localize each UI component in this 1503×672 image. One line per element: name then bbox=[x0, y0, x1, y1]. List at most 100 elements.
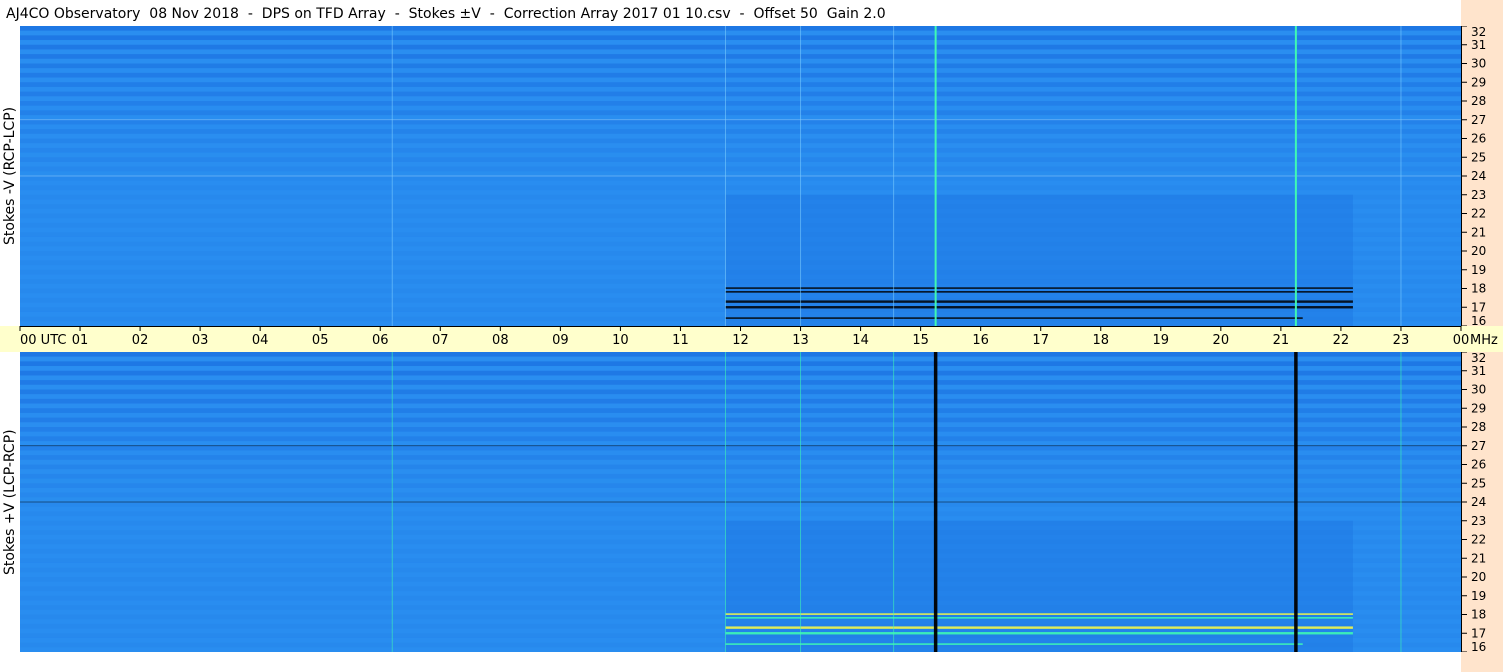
stripe-band bbox=[20, 469, 1461, 474]
stripe-band bbox=[20, 58, 1461, 64]
stripe-band bbox=[20, 473, 1461, 479]
freq-tick-label: 17 bbox=[1471, 300, 1486, 314]
freq-tick-label: 17 bbox=[1471, 626, 1486, 640]
freq-tick-label: 26 bbox=[1471, 458, 1486, 472]
stripe-band bbox=[20, 86, 1461, 92]
stripe-band bbox=[20, 147, 1461, 153]
time-tick-label: 01 bbox=[72, 333, 89, 348]
emission-band bbox=[725, 287, 1353, 289]
time-tick-label: 08 bbox=[492, 333, 509, 348]
time-tick-label: 21 bbox=[1273, 333, 1290, 348]
freq-tick-label: 19 bbox=[1471, 263, 1486, 277]
stripe-band bbox=[20, 441, 1461, 446]
time-tick-label: 09 bbox=[552, 333, 569, 348]
stripe-band bbox=[20, 422, 1461, 427]
time-tick-label: 13 bbox=[792, 333, 809, 348]
stripe-band bbox=[20, 455, 1461, 460]
stripe-band bbox=[20, 105, 1461, 111]
stripe-band bbox=[20, 138, 1461, 144]
freq-tick-label: 20 bbox=[1471, 570, 1486, 584]
stripe-band bbox=[20, 30, 1461, 36]
time-tick-label: 12 bbox=[732, 333, 749, 348]
stripe-band bbox=[20, 511, 1461, 517]
freq-tick-label: 24 bbox=[1471, 169, 1486, 183]
stripe-band bbox=[20, 398, 1461, 404]
freq-tick-label: 30 bbox=[1471, 57, 1486, 71]
stripe-band bbox=[20, 464, 1461, 470]
freq-tick-label: 29 bbox=[1471, 75, 1486, 89]
spectrogram-minus-v-svg bbox=[20, 26, 1461, 326]
stripe-band bbox=[20, 487, 1461, 493]
stripe-band bbox=[20, 375, 1461, 381]
time-tick-label: 23 bbox=[1393, 333, 1410, 348]
freq-axis-bottom: 16 17 18 19 20 21 22 23 24 25 26 27 28 29 30 31 32 bbox=[1461, 351, 1503, 654]
freq-tick-label: 27 bbox=[1471, 439, 1486, 453]
panel-bottom-ylabel: Stokes +V (LCP-RCP) bbox=[2, 429, 18, 575]
chart-title: AJ4CO Observatory 08 Nov 2018 - DPS on T… bbox=[6, 6, 886, 22]
time-tick-label: 05 bbox=[312, 333, 329, 348]
stripe-band bbox=[20, 450, 1461, 456]
emission-band bbox=[725, 617, 1353, 619]
stripe-band bbox=[20, 356, 1461, 362]
stripe-band bbox=[20, 40, 1461, 45]
stripe-band bbox=[20, 157, 1461, 162]
stripe-band bbox=[20, 133, 1461, 139]
freq-tick-label: 19 bbox=[1471, 589, 1486, 603]
stripe-band bbox=[20, 431, 1461, 437]
stripe-band bbox=[20, 497, 1461, 502]
stripe-band bbox=[20, 389, 1461, 395]
freq-tick-label: 22 bbox=[1471, 533, 1486, 547]
freq-tick-label: 28 bbox=[1471, 94, 1486, 108]
stripe-band bbox=[20, 161, 1461, 167]
freq-unit-label: MHz bbox=[1470, 333, 1498, 348]
stripe-band bbox=[20, 101, 1461, 106]
stripe-band bbox=[20, 72, 1461, 78]
emission-band bbox=[725, 317, 1303, 319]
stripe-band bbox=[20, 361, 1461, 367]
time-tick-label: 07 bbox=[432, 333, 449, 348]
freq-axis-bottom-svg: 1617 18 19 20 21 22 23 24 25 26 27 28 29 30 3132 bbox=[1461, 351, 1486, 654]
stripe-band bbox=[20, 185, 1461, 191]
freq-tick-label: 23 bbox=[1471, 188, 1486, 202]
stripe-band bbox=[20, 77, 1461, 83]
time-tick-label: 16 bbox=[972, 333, 989, 348]
freq-scale-header bbox=[1461, 0, 1503, 26]
freq-tick-label: 21 bbox=[1471, 551, 1486, 565]
stripe-band bbox=[20, 91, 1461, 97]
stripe-band bbox=[20, 63, 1461, 69]
time-tick-label: 20 bbox=[1213, 333, 1230, 348]
time-tick-label: 17 bbox=[1032, 333, 1049, 348]
freq-tick-label: 23 bbox=[1471, 514, 1486, 528]
emission-band bbox=[725, 632, 1353, 635]
spectrogram-plus-v-svg bbox=[20, 352, 1461, 652]
stripe-band bbox=[20, 49, 1461, 55]
time-tick-label: 19 bbox=[1153, 333, 1170, 348]
freq-tick-label: 16 bbox=[1471, 640, 1486, 652]
stripe-band bbox=[20, 412, 1461, 418]
stripe-band bbox=[20, 124, 1461, 130]
emission-band bbox=[725, 643, 1303, 645]
stripe-band bbox=[20, 483, 1461, 488]
freq-tick-label: 24 bbox=[1471, 495, 1486, 509]
stripe-band bbox=[20, 459, 1461, 465]
freq-scale-footer bbox=[1461, 652, 1503, 672]
stripe-band bbox=[20, 35, 1461, 41]
time-tick-label: 04 bbox=[252, 333, 269, 348]
time-tick-label: 06 bbox=[372, 333, 389, 348]
stripe-band bbox=[20, 54, 1461, 59]
stripe-band bbox=[20, 516, 1461, 521]
freq-tick-label: 21 bbox=[1471, 225, 1486, 239]
freq-tick-label: 22 bbox=[1471, 207, 1486, 221]
freq-tick-label: 31 bbox=[1471, 38, 1486, 52]
emission-band bbox=[725, 613, 1353, 615]
time-tick-label: 00 bbox=[1453, 333, 1470, 348]
stripe-band bbox=[20, 352, 1461, 357]
stripe-band bbox=[20, 129, 1461, 134]
time-tick-label: 15 bbox=[912, 333, 929, 348]
time-tick-label: 14 bbox=[852, 333, 869, 348]
stripe-band bbox=[20, 26, 1461, 31]
stripe-band bbox=[20, 384, 1461, 390]
freq-tick-label: 25 bbox=[1471, 150, 1486, 164]
stripe-band bbox=[20, 445, 1461, 451]
freq-tick-label: 25 bbox=[1471, 476, 1486, 490]
